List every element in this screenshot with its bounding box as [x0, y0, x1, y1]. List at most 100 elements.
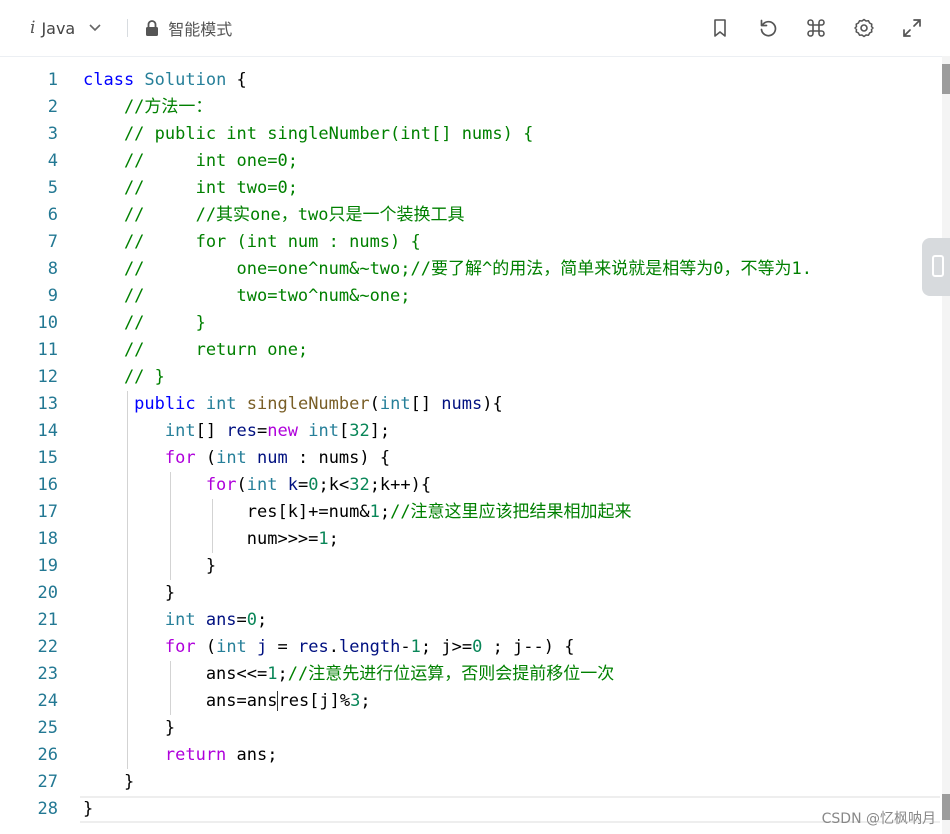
code-text[interactable]: for (int num : nums) {: [83, 445, 390, 472]
code-text[interactable]: // two=two^num&~one;: [83, 283, 411, 310]
code-line[interactable]: 11 // return one;: [0, 337, 940, 364]
line-number: 11: [37, 340, 58, 360]
code-line[interactable]: 25 }: [0, 715, 940, 742]
code-line[interactable]: 26 return ans;: [0, 742, 940, 769]
code-line[interactable]: 4 // int one=0;: [0, 148, 940, 175]
vertical-scrollbar[interactable]: [942, 56, 950, 834]
reset-button[interactable]: [744, 14, 792, 42]
code-token: Solution: [144, 70, 237, 90]
code-line[interactable]: 27 }: [0, 769, 940, 796]
code-line[interactable]: 22 for (int j = res.length-1; j>=0 ; j--…: [0, 634, 940, 661]
code-line[interactable]: 18 num>>>=1;: [0, 526, 940, 553]
line-number: 1: [47, 70, 58, 90]
bookmark-button[interactable]: [696, 14, 744, 42]
code-line[interactable]: 20 }: [0, 580, 940, 607]
code-token: //方法一：: [83, 97, 213, 117]
line-number: 6: [47, 205, 58, 225]
code-token: 0: [308, 475, 319, 495]
language-selector[interactable]: i Java 智能模式: [30, 15, 232, 41]
panel-icon: [932, 255, 944, 277]
reset-icon: [760, 19, 777, 37]
shortcuts-button[interactable]: [792, 14, 840, 42]
code-token: =: [297, 475, 309, 495]
language-label[interactable]: Java: [41, 19, 75, 38]
smart-mode-label[interactable]: 智能模式: [168, 16, 232, 40]
code-line[interactable]: 10 // }: [0, 310, 940, 337]
code-token: // public int singleNumber(int[] nums) {: [83, 124, 534, 144]
code-token: ){: [482, 394, 503, 414]
code-line[interactable]: 19 }: [0, 553, 940, 580]
code-text[interactable]: // int one=0;: [83, 148, 298, 175]
code-text[interactable]: // public int singleNumber(int[] nums) {: [83, 121, 533, 148]
code-line[interactable]: 28}: [0, 796, 940, 823]
scrollbar-thumb[interactable]: [942, 64, 950, 94]
line-number: 7: [47, 232, 58, 252]
code-line[interactable]: 9 // two=two^num&~one;: [0, 283, 940, 310]
code-text[interactable]: //方法一：: [83, 94, 212, 121]
code-text[interactable]: res[k]+=num&1;//注意这里应该把结果相加起来: [83, 499, 632, 526]
fullscreen-button[interactable]: [888, 14, 936, 42]
code-line[interactable]: 7 // for (int num : nums) {: [0, 229, 940, 256]
code-line[interactable]: 15 for (int num : nums) {: [0, 445, 940, 472]
code-text[interactable]: for(int k=0;k<32;k++){: [83, 472, 431, 499]
side-panel-toggle[interactable]: [922, 238, 950, 296]
line-number: 17: [37, 502, 58, 522]
code-line[interactable]: 5 // int two=0;: [0, 175, 940, 202]
code-text[interactable]: int[] res=new int[32];: [83, 418, 390, 445]
code-line[interactable]: 24 ans=ansres[j]%3;: [0, 688, 940, 715]
code-text[interactable]: class Solution {: [83, 67, 247, 94]
code-line[interactable]: 21 int ans=0;: [0, 607, 940, 634]
code-line[interactable]: 12 // }: [0, 364, 940, 391]
code-line[interactable]: 6 // //其实one，two只是一个装换工具: [0, 202, 940, 229]
code-text[interactable]: // }: [83, 310, 206, 337]
code-text[interactable]: for (int j = res.length-1; j>=0 ; j--) {: [83, 634, 575, 661]
code-token: -: [400, 637, 411, 657]
code-text[interactable]: // }: [83, 364, 165, 391]
code-token: for: [83, 637, 206, 657]
code-text[interactable]: // //其实one，two只是一个装换工具: [83, 202, 465, 229]
code-token: new: [267, 421, 309, 441]
code-token: 32: [349, 421, 370, 441]
code-line[interactable]: 1 class Solution {: [0, 67, 940, 94]
code-text[interactable]: // int two=0;: [83, 175, 298, 202]
code-token: }: [83, 556, 217, 576]
code-line[interactable]: 3 // public int singleNumber(int[] nums)…: [0, 121, 940, 148]
code-token: 32: [349, 475, 370, 495]
code-text[interactable]: }: [83, 580, 175, 607]
code-line[interactable]: 8 // one=one^num&~two;//要了解^的用法，简单来说就是相等…: [0, 256, 940, 283]
code-text[interactable]: // for (int num : nums) {: [83, 229, 421, 256]
code-text[interactable]: num>>>=1;: [83, 526, 339, 553]
code-token: }: [83, 799, 94, 819]
code-text[interactable]: ans<<=1;//注意先进行位运算，否则会提前移位一次: [83, 661, 614, 688]
code-line[interactable]: 2 //方法一：: [0, 94, 940, 121]
code-token: num: [257, 448, 298, 468]
code-text[interactable]: }: [83, 553, 216, 580]
code-line[interactable]: 16 for(int k=0;k<32;k++){: [0, 472, 940, 499]
code-line[interactable]: 14 int[] res=new int[32];: [0, 418, 940, 445]
code-token: res[j]%: [278, 691, 351, 711]
code-token: // //其实one，two只是一个装换工具: [83, 205, 465, 225]
chevron-down-icon[interactable]: [85, 18, 105, 38]
code-editor[interactable]: 1 class Solution {2 //方法一： 3 // public int…: [0, 56, 940, 834]
settings-button[interactable]: [840, 14, 888, 42]
code-token: (: [205, 637, 217, 657]
code-token: res[k]+=num&: [83, 502, 370, 522]
code-text[interactable]: int ans=0;: [83, 607, 267, 634]
code-text[interactable]: }: [83, 796, 93, 823]
code-token: ans<<=: [83, 664, 268, 684]
code-token: // one=one^num&~two;//要了解^的用法，简单来说就是相等为0…: [83, 259, 812, 279]
code-text[interactable]: return ans;: [83, 742, 278, 769]
indent-guide: [170, 661, 171, 715]
code-text[interactable]: // one=one^num&~two;//要了解^的用法，简单来说就是相等为0…: [83, 256, 812, 283]
code-line[interactable]: 17 res[k]+=num&1;//注意这里应该把结果相加起来: [0, 499, 940, 526]
code-line[interactable]: 23 ans<<=1;//注意先进行位运算，否则会提前移位一次: [0, 661, 940, 688]
code-text[interactable]: // return one;: [83, 337, 308, 364]
code-token: // int one=0;: [83, 151, 298, 171]
code-token: ; j--) {: [482, 637, 575, 657]
code-line[interactable]: 13 public int singleNumber(int[] nums){: [0, 391, 940, 418]
code-text[interactable]: }: [83, 715, 175, 742]
code-token: 1: [410, 637, 421, 657]
code-token: {: [236, 70, 247, 90]
code-text[interactable]: }: [83, 769, 134, 796]
code-text[interactable]: public int singleNumber(int[] nums){: [83, 391, 503, 418]
